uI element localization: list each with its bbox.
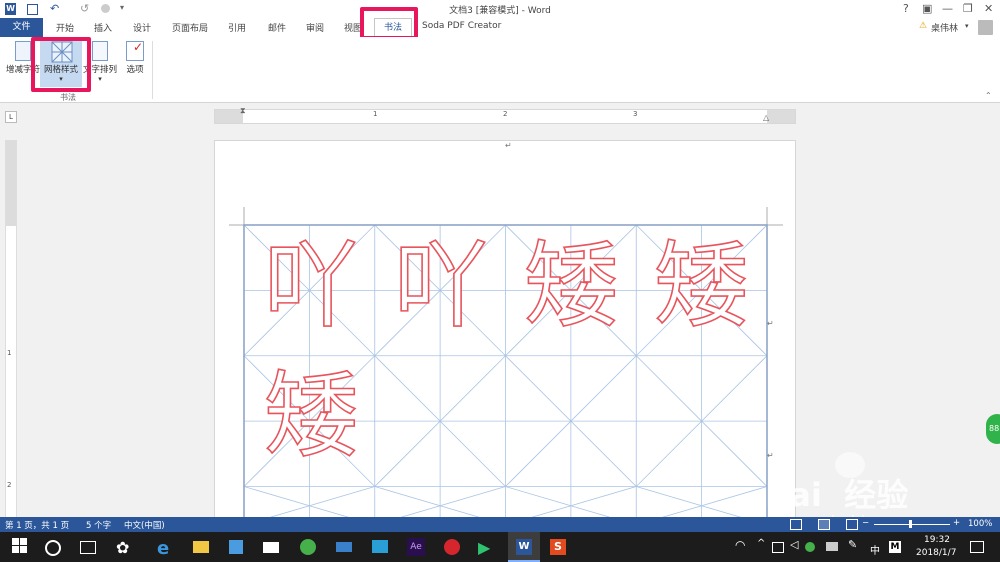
clock-date[interactable]: 2018/1/7 (916, 548, 956, 558)
row-end-mark-1: ↵ (767, 319, 774, 328)
zoom-slider[interactable] (874, 524, 950, 525)
tab-file[interactable]: 文件 (0, 18, 43, 37)
calligraphy-tab-highlight (360, 7, 418, 40)
ruler-number-3: 3 (633, 110, 638, 118)
mail-icon[interactable] (263, 542, 279, 553)
user-name[interactable]: 桌伟林 (931, 21, 958, 34)
zoom-in-button[interactable]: + (953, 518, 960, 528)
tab-references[interactable]: 引用 (228, 21, 246, 34)
char-cell-1[interactable]: 吖 (251, 227, 371, 347)
right-indent-marker[interactable]: △ (763, 113, 769, 122)
left-indent-marker[interactable]: ⧗ (240, 106, 246, 116)
calligraphy-group-label: 书法 (60, 93, 76, 102)
tab-review[interactable]: 审阅 (306, 21, 324, 34)
cortana-search-icon[interactable] (45, 540, 61, 556)
user-dropdown-icon[interactable]: ▾ (965, 22, 969, 30)
tray-app-icon[interactable] (826, 542, 838, 551)
language-indicator[interactable]: 中文(中国) (124, 519, 165, 531)
tab-mailings[interactable]: 邮件 (268, 21, 286, 34)
netease-music-icon[interactable] (444, 539, 460, 555)
ime-mode[interactable]: M (889, 541, 901, 553)
options-label: 选项 (126, 65, 144, 75)
ime-language[interactable]: 中 (870, 542, 880, 557)
ribbon-group-divider (152, 41, 153, 99)
tab-design[interactable]: 设计 (133, 21, 151, 34)
window-title: 文档3 [兼容模式] - Word (449, 6, 551, 16)
char-cell-5[interactable]: 矮 (251, 357, 371, 477)
zoom-out-button[interactable]: − (862, 518, 869, 528)
tab-soda-pdf[interactable]: Soda PDF Creator (422, 21, 501, 31)
edge-browser-icon[interactable]: e (157, 538, 175, 559)
minimize-button[interactable]: — (942, 2, 953, 15)
laptop-app-icon[interactable] (336, 542, 352, 552)
ruler-number-1: 1 (373, 110, 378, 118)
char-cell-3[interactable]: 矮 (511, 227, 631, 347)
ruler-number-2: 2 (503, 110, 508, 118)
options-checklist-icon: ✓ (126, 40, 144, 61)
char-cell-2[interactable]: 吖 (381, 227, 501, 347)
green-app-icon[interactable] (300, 539, 316, 555)
char-cell-4[interactable]: 矮 (641, 227, 761, 347)
user-avatar[interactable] (978, 20, 993, 35)
web-layout-icon[interactable] (846, 519, 858, 530)
word-count[interactable]: 5 个字 (86, 519, 111, 531)
close-button[interactable]: ✕ (984, 2, 993, 15)
vertical-ruler[interactable]: 1 2 (5, 140, 17, 518)
vruler-margin-top (6, 141, 16, 226)
tray-green-icon[interactable] (805, 542, 815, 552)
help-button[interactable]: ? (903, 2, 909, 15)
media-player-icon[interactable]: ▶ (478, 538, 496, 557)
read-mode-icon[interactable] (790, 519, 802, 530)
file-explorer-icon[interactable] (193, 541, 209, 553)
network-tray-icon[interactable] (772, 542, 784, 553)
collapse-ribbon-icon[interactable]: ⌃ (985, 91, 992, 100)
sogou-input-icon[interactable]: S (550, 539, 566, 555)
title-bar: W ↶ ↺ ▾ 文档3 [兼容模式] - Word ? ▣ — ❐ ✕ (0, 0, 1000, 18)
vruler-number-1: 1 (7, 349, 12, 357)
windows-start-icon[interactable] (12, 538, 30, 556)
page-count[interactable]: 第 1 页，共 1 页 (5, 519, 69, 531)
horizontal-ruler[interactable]: 1 2 3 ⧗ △ (214, 106, 796, 124)
wifi-icon[interactable]: ◠ (735, 538, 753, 556)
vruler-number-2: 2 (7, 481, 12, 489)
restore-button[interactable]: ❐ (963, 2, 973, 15)
tab-selector[interactable]: L (5, 111, 17, 123)
status-bar: 第 1 页，共 1 页 5 个字 中文(中国) − + 100% (0, 517, 1000, 532)
tab-home[interactable]: 开始 (56, 21, 74, 34)
ribbon-tabs: 文件 开始 插入 设计 页面布局 引用 邮件 审阅 视图 书法 Soda PDF… (0, 18, 1000, 38)
side-badge[interactable]: 88 (986, 414, 1000, 444)
ruler-margin-left (215, 110, 243, 123)
windows-taskbar: ✿ e Ae ▶ W S ◠ ^ ◁ ✎ 中 M 19:32 2018/1/7 (0, 532, 1000, 562)
tab-insert[interactable]: 插入 (94, 21, 112, 34)
watermark-brand: Bai 经验 (765, 476, 909, 514)
zoom-level[interactable]: 100% (968, 519, 992, 529)
task-view-icon[interactable] (80, 541, 96, 554)
pen-icon[interactable]: ✎ (848, 538, 866, 556)
options-button[interactable]: ✓ 选项 (120, 39, 150, 87)
tab-page-layout[interactable]: 页面布局 (172, 21, 208, 34)
store-icon[interactable] (229, 540, 243, 554)
ribbon-display-options-button[interactable]: ▣ (922, 2, 932, 15)
word-taskbar-icon: W (516, 539, 532, 555)
notification-icon[interactable] (970, 541, 984, 553)
zoom-slider-thumb[interactable] (909, 520, 912, 528)
pinwheel-app-icon[interactable]: ✿ (116, 538, 134, 557)
grid-style-highlight (31, 37, 91, 92)
print-layout-icon[interactable] (818, 519, 830, 530)
warning-icon: ⚠ (919, 21, 928, 31)
clock-time[interactable]: 19:32 (924, 535, 950, 545)
text-arrange-icon (92, 41, 108, 61)
ribbon-panel: 增减字符 网格样式 ▾ 文字排列 ▾ ✓ 选项 书法 ⌃ (0, 37, 1000, 103)
document-page[interactable]: ↵ 吖 吖 矮 矮 矮 ↵ ↵ (214, 140, 796, 522)
screen-app-icon[interactable] (372, 540, 388, 553)
ruler-margin-right (767, 110, 795, 123)
add-remove-chars-icon (15, 41, 31, 61)
after-effects-icon[interactable]: Ae (407, 538, 425, 556)
